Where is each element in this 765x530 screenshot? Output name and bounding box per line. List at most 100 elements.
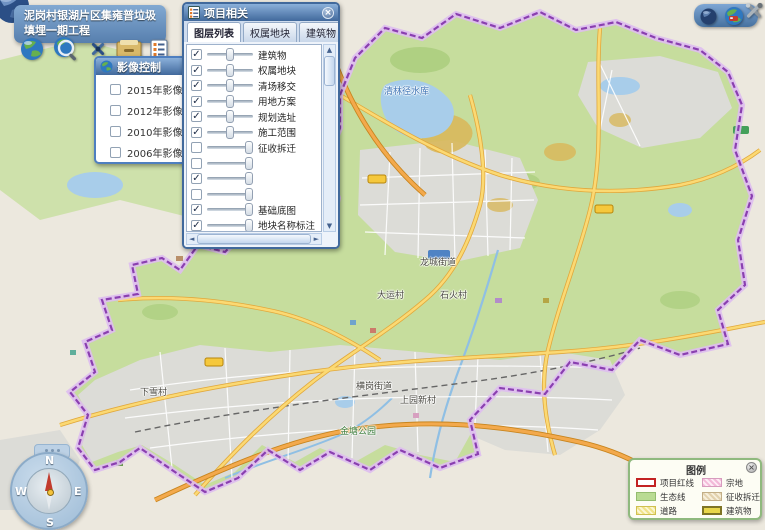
layer-checkbox[interactable]: ✓ [191,111,202,122]
layer-label: 用地方案 [258,94,296,108]
layer-checkbox[interactable]: ✓ [191,220,202,231]
layer-row: ✓地块名称标注 [191,218,321,233]
close-icon[interactable]: × [746,462,757,473]
layer-checkbox[interactable]: ✓ [191,173,202,184]
layer-row: ✓建筑物 [191,47,321,63]
opacity-slider[interactable] [207,100,253,103]
form-icon [188,6,200,19]
opacity-slider[interactable] [207,208,253,211]
opacity-slider[interactable] [207,115,253,118]
slider-thumb[interactable] [226,64,234,77]
map-label: 龙城街道 [420,255,456,268]
scroll-right-icon[interactable]: ► [312,234,321,244]
scroll-up-icon[interactable]: ▲ [325,45,334,55]
slider-thumb[interactable] [226,110,234,123]
slider-thumb[interactable] [245,141,253,154]
legend-swatch-parcel-pink [702,478,722,487]
scroll-down-icon[interactable]: ▼ [325,221,334,231]
layer-checkbox[interactable]: ✓ [191,204,202,215]
imagery-checkbox[interactable] [110,84,121,95]
imagery-checkbox[interactable] [110,147,121,158]
map-label: 金塘公园 [340,424,376,437]
compass-north[interactable]: N [45,454,54,467]
globe-icon [100,60,113,73]
imagery-checkbox[interactable] [110,105,121,116]
legend-item: 道路 [636,505,702,516]
scrollbar-thumb[interactable] [197,234,310,244]
compass-needle-cap [47,489,54,496]
globe-search-icon[interactable] [52,35,80,63]
compass-west[interactable]: W [15,485,27,498]
layer-label: 征收拆迁 [258,141,296,155]
layer-checkbox[interactable]: ✓ [191,96,202,107]
slider-thumb[interactable] [226,95,234,108]
layer-checkbox[interactable] [191,189,202,200]
tools-icon[interactable] [744,0,764,22]
tab-权属地块[interactable]: 权属地块 [243,22,297,42]
imagery-checkbox[interactable] [110,126,121,137]
opacity-slider[interactable] [207,131,253,134]
map-label: 大运村 [377,288,404,301]
layer-list: ✓建筑物✓权属地块✓清场移交✓用地方案✓规划选址✓施工范围征收拆迁✓✓基础底图✓… [186,44,322,232]
tab-建筑物[interactable]: 建筑物 [299,22,340,42]
layer-checkbox[interactable] [191,158,202,169]
map-label: 横岗街道 [356,379,392,392]
layer-label: 规划选址 [258,110,296,124]
slider-thumb[interactable] [245,157,253,170]
imagery-label: 2015年影像 [127,82,182,97]
opacity-slider[interactable] [207,193,253,196]
slider-thumb[interactable] [226,79,234,92]
legend-item: 项目红线 [636,477,702,488]
globe-color-icon[interactable] [724,6,744,26]
layer-label: 清场移交 [258,79,296,93]
opacity-slider[interactable] [207,53,253,56]
slider-thumb[interactable] [245,203,253,216]
project-panel-title: 项目相关 [204,5,248,21]
scrollbar-thumb[interactable] [324,56,335,86]
legend-swatch-eco-green [636,492,656,501]
opacity-slider[interactable] [207,84,253,87]
layer-row: ✓ 权属地块 [191,63,321,79]
slider-thumb[interactable] [245,172,253,185]
layer-checkbox[interactable]: ✓ [191,65,202,76]
project-panel-header[interactable]: 项目相关 × [184,4,338,21]
opacity-slider[interactable] [207,177,253,180]
layer-checkbox[interactable]: ✓ [191,49,202,60]
opacity-slider[interactable] [207,224,253,227]
legend-header: 图例 × [636,462,756,475]
vertical-scrollbar[interactable]: ▲ ▼ [323,44,336,232]
layer-row: ✓ 清场移交 [191,78,321,94]
slider-thumb[interactable] [245,188,253,201]
layer-checkbox[interactable]: ✓ [191,80,202,91]
slider-thumb[interactable] [226,126,234,139]
project-tabs: 图层列表权属地块建筑物 [184,21,338,43]
globe-icon[interactable] [20,37,44,61]
opacity-slider[interactable] [207,69,253,72]
map-label: 清林径水库 [384,84,429,97]
legend-item: 生态线 [636,491,702,502]
globe-dark-icon[interactable] [700,8,717,25]
project-panel-body: ✓建筑物✓权属地块✓清场移交✓用地方案✓规划选址✓施工范围征收拆迁✓✓基础底图✓… [184,42,338,247]
map-label: 石火村 [440,288,467,301]
compass-control[interactable]: N S W E [10,452,88,530]
layer-label: 权属地块 [258,63,296,77]
legend-panel: 图例 × 项目红线宗地生态线征收拆迁道路建筑物 [628,458,762,520]
tab-图层列表[interactable]: 图层列表 [187,22,241,42]
opacity-slider[interactable] [207,146,253,149]
legend-label: 生态线 [660,491,686,503]
slider-thumb[interactable] [245,219,253,232]
legend-swatch-redline [636,478,656,487]
layer-checkbox[interactable] [191,142,202,153]
scroll-left-icon[interactable]: ◄ [187,234,196,244]
imagery-label: 2006年影像 [127,145,182,160]
layer-row: ✓ 规划选址 [191,109,321,125]
horizontal-scrollbar[interactable]: ◄ ► [186,233,322,245]
close-icon[interactable]: × [322,7,334,19]
layer-checkbox[interactable]: ✓ [191,127,202,138]
legend-swatch-building-yellow [702,506,722,515]
compass-south[interactable]: S [46,516,54,529]
opacity-slider[interactable] [207,162,253,165]
legend-grid: 项目红线宗地生态线征收拆迁道路建筑物 [636,477,756,516]
slider-thumb[interactable] [226,48,234,61]
compass-east[interactable]: E [74,485,82,498]
